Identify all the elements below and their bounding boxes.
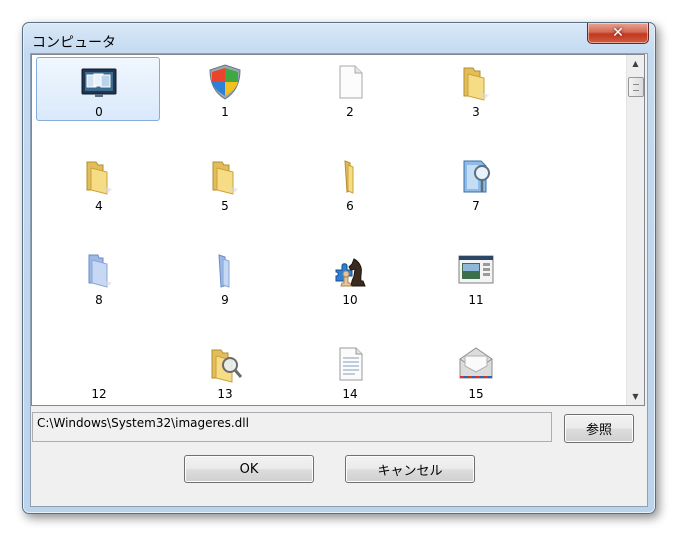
icon-item[interactable]: 0 — [36, 57, 160, 121]
file-path-field: C:\Windows\System32\imageres.dll — [32, 412, 552, 442]
icon-item[interactable]: 8 — [36, 245, 160, 309]
icon-item[interactable]: 6 — [287, 151, 411, 215]
icon-picker-dialog: コンピュータ ✕ 0 1 2 3 4 5 6 7 8 9 10 11 12 13 14 15 ▲ ▼ C:\W… — [22, 22, 656, 514]
scroll-down-arrow[interactable]: ▼ — [627, 388, 644, 405]
folder-search-icon — [205, 344, 245, 384]
folder-icon — [456, 62, 496, 102]
icon-item[interactable]: 10 — [287, 245, 411, 309]
icon-item[interactable]: 4 — [36, 151, 160, 215]
icon-index-label: 0 — [95, 105, 103, 119]
window-picture-icon — [456, 250, 496, 290]
vertical-scrollbar[interactable]: ▲ ▼ — [626, 55, 644, 405]
icon-item[interactable]: 9 — [162, 245, 286, 309]
icon-index-label: 11 — [468, 293, 484, 307]
icon-index-label: 8 — [95, 293, 103, 307]
window-title: コンピュータ — [32, 35, 116, 51]
empty-icon — [79, 344, 119, 384]
icon-item[interactable]: 1 — [162, 57, 286, 121]
icon-index-label: 13 — [217, 387, 233, 401]
icon-item[interactable]: 11 — [413, 245, 537, 309]
folder-side-icon — [330, 156, 370, 196]
blue-folder-icon — [79, 250, 119, 290]
games-chess-icon — [330, 250, 370, 290]
icon-item[interactable]: 2 — [287, 57, 411, 121]
icon-item[interactable]: 12 — [36, 339, 160, 403]
blue-folder-side-icon — [205, 250, 245, 290]
icon-list[interactable]: 0 1 2 3 4 5 6 7 8 9 10 11 12 13 14 15 ▲ ▼ — [31, 54, 645, 406]
icon-index-label: 2 — [346, 105, 354, 119]
scroll-thumb[interactable] — [628, 77, 644, 97]
blank-document-icon — [330, 62, 370, 102]
scroll-up-arrow[interactable]: ▲ — [627, 55, 644, 72]
monitor-slideshow-icon — [79, 62, 119, 102]
icon-item[interactable]: 13 — [162, 339, 286, 403]
icon-index-label: 12 — [91, 387, 107, 401]
text-document-icon — [330, 344, 370, 384]
icon-item[interactable]: 5 — [162, 151, 286, 215]
security-shield-icon — [205, 62, 245, 102]
icon-index-label: 5 — [221, 199, 229, 213]
browse-button[interactable]: 参照 — [564, 414, 634, 443]
icon-index-label: 10 — [342, 293, 358, 307]
icon-index-label: 3 — [472, 105, 480, 119]
icon-item[interactable]: 7 — [413, 151, 537, 215]
cancel-button[interactable]: キャンセル — [345, 455, 475, 483]
folder-icon — [205, 156, 245, 196]
icon-index-label: 7 — [472, 199, 480, 213]
icon-item[interactable]: 14 — [287, 339, 411, 403]
icon-index-label: 9 — [221, 293, 229, 307]
mail-envelope-icon — [456, 344, 496, 384]
icon-index-label: 15 — [468, 387, 484, 401]
icon-item[interactable]: 15 — [413, 339, 537, 403]
search-document-icon — [456, 156, 496, 196]
icon-item[interactable]: 3 — [413, 57, 537, 121]
dialog-client-area: 0 1 2 3 4 5 6 7 8 9 10 11 12 13 14 15 ▲ ▼ C:\Windows\Sy… — [30, 53, 648, 507]
icon-index-label: 4 — [95, 199, 103, 213]
icon-index-label: 6 — [346, 199, 354, 213]
close-button[interactable]: ✕ — [587, 23, 649, 44]
icon-index-label: 14 — [342, 387, 358, 401]
folder-icon — [79, 156, 119, 196]
icon-index-label: 1 — [221, 105, 229, 119]
ok-button[interactable]: OK — [184, 455, 314, 483]
close-icon: ✕ — [612, 25, 624, 41]
